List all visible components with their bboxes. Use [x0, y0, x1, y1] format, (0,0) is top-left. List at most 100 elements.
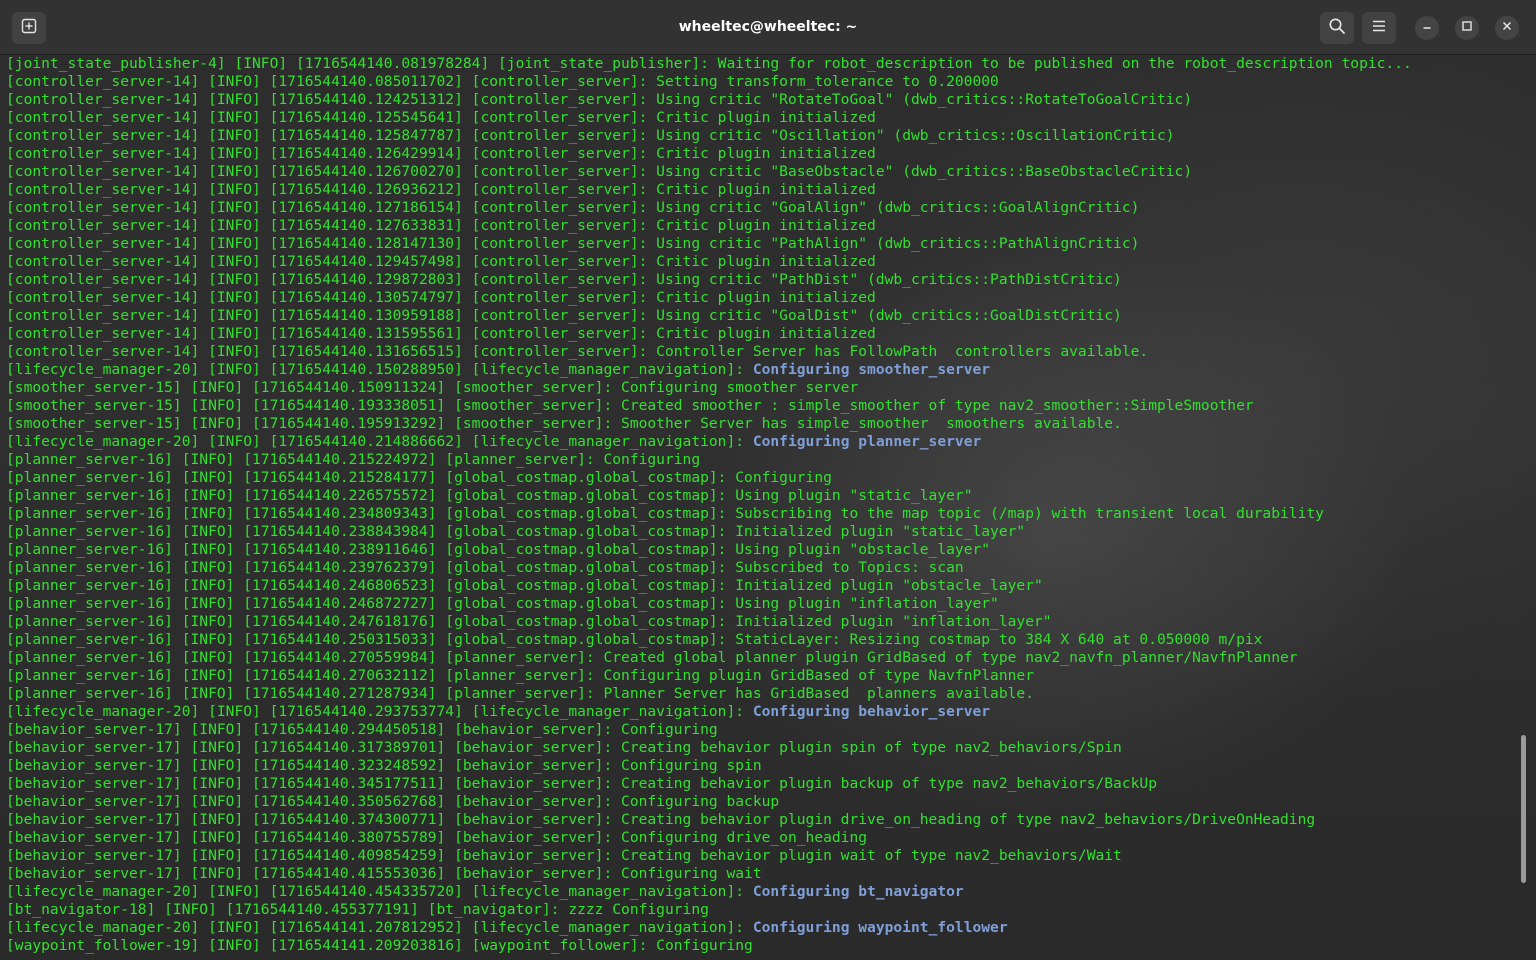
log-line-text: [behavior_server-17] [INFO] [1716544140.…: [6, 829, 868, 846]
log-line: [controller_server-14] [INFO] [171654414…: [6, 91, 1412, 109]
log-line-text: [bt_navigator-18] [INFO] [1716544140.455…: [6, 901, 709, 918]
log-line-text: [lifecycle_manager-20] [INFO] [171654414…: [6, 919, 753, 936]
log-line: [behavior_server-17] [INFO] [1716544140.…: [6, 847, 1412, 865]
close-button[interactable]: [1495, 16, 1519, 40]
log-line-text: [planner_server-16] [INFO] [1716544140.2…: [6, 505, 1324, 522]
log-line: [planner_server-16] [INFO] [1716544140.2…: [6, 667, 1412, 685]
log-line: [controller_server-14] [INFO] [171654414…: [6, 271, 1412, 289]
log-line: [behavior_server-17] [INFO] [1716544140.…: [6, 793, 1412, 811]
log-line: [behavior_server-17] [INFO] [1716544140.…: [6, 865, 1412, 883]
log-line: [lifecycle_manager-20] [INFO] [171654414…: [6, 883, 1412, 901]
log-line-text: [planner_server-16] [INFO] [1716544140.2…: [6, 649, 1298, 666]
hamburger-menu-icon: [1371, 19, 1387, 38]
maximize-icon: [1461, 19, 1473, 37]
terminal-window: wheeltec@wheeltec: ~ [joint_state_publis…: [0, 0, 1536, 960]
log-line: [bt_navigator-18] [INFO] [1716544140.455…: [6, 901, 1412, 919]
log-line: [controller_server-14] [INFO] [171654414…: [6, 307, 1412, 325]
log-line-highlight: Configuring bt_navigator: [752, 883, 964, 900]
log-line-text: [planner_server-16] [INFO] [1716544140.2…: [6, 523, 1026, 540]
log-line-highlight: Configuring planner_server: [752, 433, 982, 450]
log-line: [controller_server-14] [INFO] [171654414…: [6, 127, 1412, 145]
log-line: [controller_server-14] [INFO] [171654414…: [6, 343, 1412, 361]
log-line: [behavior_server-17] [INFO] [1716544140.…: [6, 775, 1412, 793]
log-line-text: [planner_server-16] [INFO] [1716544140.2…: [6, 667, 1034, 684]
log-line-text: [planner_server-16] [INFO] [1716544140.2…: [6, 685, 1034, 702]
log-line: [planner_server-16] [INFO] [1716544140.2…: [6, 559, 1412, 577]
log-line: [behavior_server-17] [INFO] [1716544140.…: [6, 757, 1412, 775]
log-line: [controller_server-14] [INFO] [171654414…: [6, 253, 1412, 271]
log-line: [behavior_server-17] [INFO] [1716544140.…: [6, 829, 1412, 847]
log-line-text: [planner_server-16] [INFO] [1716544140.2…: [6, 559, 964, 576]
log-line: [smoother_server-15] [INFO] [1716544140.…: [6, 397, 1412, 415]
log-line-text: [behavior_server-17] [INFO] [1716544140.…: [6, 775, 1157, 792]
log-line-text: [lifecycle_manager-20] [INFO] [171654414…: [6, 883, 753, 900]
log-line-highlight: Configuring waypoint_follower: [752, 919, 1008, 936]
log-line: [controller_server-14] [INFO] [171654414…: [6, 73, 1412, 91]
log-line-text: [behavior_server-17] [INFO] [1716544140.…: [6, 739, 1122, 756]
log-line: [planner_server-16] [INFO] [1716544140.2…: [6, 631, 1412, 649]
log-line: [behavior_server-17] [INFO] [1716544140.…: [6, 721, 1412, 739]
log-line-text: [controller_server-14] [INFO] [171654414…: [6, 109, 876, 126]
close-icon: [1501, 19, 1513, 37]
log-line: [controller_server-14] [INFO] [171654414…: [6, 181, 1412, 199]
log-line-text: [smoother_server-15] [INFO] [1716544140.…: [6, 415, 1122, 432]
log-line: [behavior_server-17] [INFO] [1716544140.…: [6, 811, 1412, 829]
log-line-text: [controller_server-14] [INFO] [171654414…: [6, 307, 1122, 324]
minimize-icon: [1421, 19, 1433, 37]
log-line: [controller_server-14] [INFO] [171654414…: [6, 199, 1412, 217]
log-line: [lifecycle_manager-20] [INFO] [171654414…: [6, 433, 1412, 451]
log-line-text: [behavior_server-17] [INFO] [1716544140.…: [6, 847, 1122, 864]
log-line-text: [lifecycle_manager-20] [INFO] [171654414…: [6, 361, 753, 378]
log-line: [controller_server-14] [INFO] [171654414…: [6, 109, 1412, 127]
log-line: [controller_server-14] [INFO] [171654414…: [6, 145, 1412, 163]
log-line-text: [planner_server-16] [INFO] [1716544140.2…: [6, 613, 1052, 630]
log-line-highlight: Configuring smoother_server: [752, 361, 991, 378]
log-line: [planner_server-16] [INFO] [1716544140.2…: [6, 523, 1412, 541]
scrollbar-thumb[interactable]: [1521, 735, 1526, 883]
log-line-text: [controller_server-14] [INFO] [171654414…: [6, 73, 999, 90]
window-title: wheeltec@wheeltec: ~: [678, 19, 858, 35]
log-line: [planner_server-16] [INFO] [1716544140.2…: [6, 469, 1412, 487]
log-line-text: [planner_server-16] [INFO] [1716544140.2…: [6, 451, 701, 468]
log-line-text: [behavior_server-17] [INFO] [1716544140.…: [6, 721, 718, 738]
log-line: [planner_server-16] [INFO] [1716544140.2…: [6, 451, 1412, 469]
minimize-button[interactable]: [1415, 16, 1439, 40]
log-line-text: [controller_server-14] [INFO] [171654414…: [6, 145, 876, 162]
log-line-text: [controller_server-14] [INFO] [171654414…: [6, 271, 1122, 288]
log-line-text: [behavior_server-17] [INFO] [1716544140.…: [6, 865, 762, 882]
log-line-text: [controller_server-14] [INFO] [171654414…: [6, 181, 876, 198]
log-line-text: [waypoint_follower-19] [INFO] [171654414…: [6, 937, 753, 954]
log-line: [planner_server-16] [INFO] [1716544140.2…: [6, 649, 1412, 667]
search-button[interactable]: [1320, 12, 1354, 44]
log-line-text: [controller_server-14] [INFO] [171654414…: [6, 343, 1149, 360]
log-line-text: [smoother_server-15] [INFO] [1716544140.…: [6, 379, 859, 396]
maximize-button[interactable]: [1455, 16, 1479, 40]
log-line: [planner_server-16] [INFO] [1716544140.2…: [6, 505, 1412, 523]
log-line: [planner_server-16] [INFO] [1716544140.2…: [6, 613, 1412, 631]
log-line: [controller_server-14] [INFO] [171654414…: [6, 217, 1412, 235]
titlebar[interactable]: wheeltec@wheeltec: ~: [0, 0, 1536, 55]
log-line: [planner_server-16] [INFO] [1716544140.2…: [6, 577, 1412, 595]
log-output: [joint_state_publisher-4] [INFO] [171654…: [6, 55, 1412, 955]
log-line-text: [lifecycle_manager-20] [INFO] [171654414…: [6, 703, 753, 720]
log-line-text: [controller_server-14] [INFO] [171654414…: [6, 127, 1175, 144]
log-line-text: [controller_server-14] [INFO] [171654414…: [6, 253, 876, 270]
log-line: [waypoint_follower-19] [INFO] [171654414…: [6, 937, 1412, 955]
log-line: [lifecycle_manager-20] [INFO] [171654414…: [6, 703, 1412, 721]
log-line-text: [controller_server-14] [INFO] [171654414…: [6, 217, 876, 234]
log-line-text: [joint_state_publisher-4] [INFO] [171654…: [6, 55, 1412, 72]
log-line-text: [controller_server-14] [INFO] [171654414…: [6, 325, 876, 342]
log-line: [planner_server-16] [INFO] [1716544140.2…: [6, 595, 1412, 613]
log-line: [planner_server-16] [INFO] [1716544140.2…: [6, 685, 1412, 703]
log-line: [joint_state_publisher-4] [INFO] [171654…: [6, 55, 1412, 73]
menu-button[interactable]: [1362, 12, 1396, 44]
log-line-text: [planner_server-16] [INFO] [1716544140.2…: [6, 469, 832, 486]
log-line: [controller_server-14] [INFO] [171654414…: [6, 325, 1412, 343]
log-line-text: [behavior_server-17] [INFO] [1716544140.…: [6, 757, 762, 774]
log-line: [lifecycle_manager-20] [INFO] [171654414…: [6, 919, 1412, 937]
log-line: [controller_server-14] [INFO] [171654414…: [6, 163, 1412, 181]
log-line: [planner_server-16] [INFO] [1716544140.2…: [6, 541, 1412, 559]
search-icon: [1328, 17, 1346, 40]
log-line: [smoother_server-15] [INFO] [1716544140.…: [6, 379, 1412, 397]
terminal-output-area[interactable]: [joint_state_publisher-4] [INFO] [171654…: [0, 55, 1536, 960]
